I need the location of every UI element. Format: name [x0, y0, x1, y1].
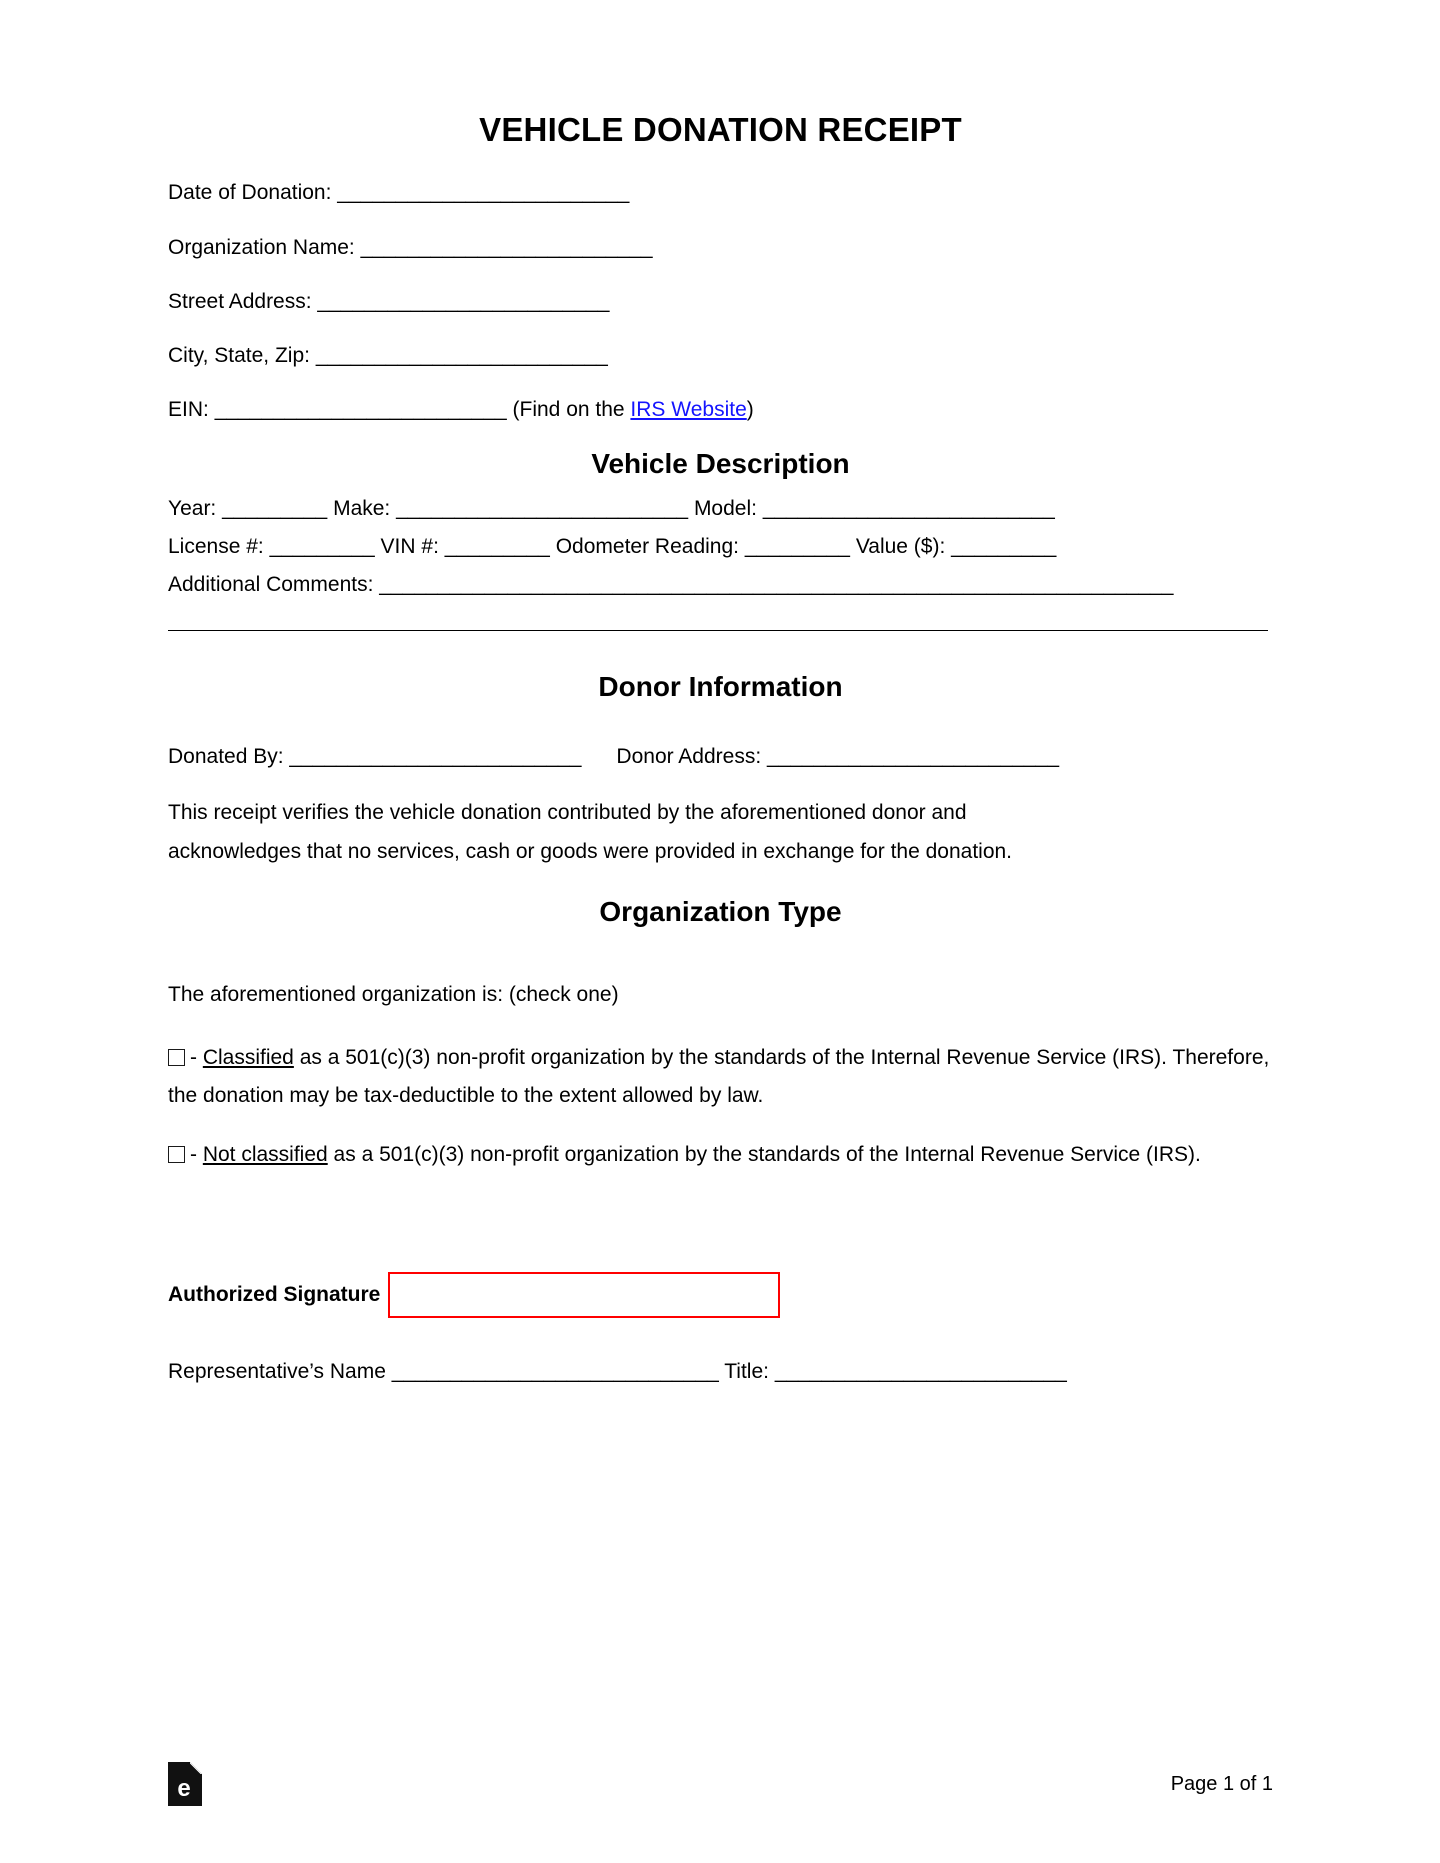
organization-name-input[interactable]: _________________________: [361, 236, 653, 259]
section-title-vehicle-description: Vehicle Description: [591, 447, 850, 479]
vehicle-line-year-make-model: Year: _________ Make: __________________…: [168, 496, 1273, 522]
section-title-donor-information: Donor Information: [598, 671, 843, 703]
document-content: VEHICLE DONATION RECEIPT Date of Donatio…: [168, 0, 1273, 1385]
date-of-donation-input[interactable]: _________________________: [337, 181, 629, 204]
classified-dash: -: [190, 1045, 203, 1069]
donor-line: Donated By: _________________________ Do…: [168, 744, 1273, 770]
donor-address-label: Donor Address:: [616, 744, 762, 768]
ein-input[interactable]: _________________________: [215, 398, 507, 421]
eforms-logo-icon[interactable]: e: [168, 1762, 202, 1806]
model-label: Model:: [693, 496, 757, 520]
document-page: VEHICLE DONATION RECEIPT Date of Donatio…: [0, 0, 1440, 1863]
page-footer: e Page 1 of 1: [168, 1762, 1273, 1806]
section-title-organization-type: Organization Type: [599, 895, 842, 927]
representative-name-label: Representative’s Name: [168, 1360, 386, 1384]
page-title: VEHICLE DONATION RECEIPT: [479, 111, 962, 148]
donated-by-label: Donated By:: [168, 744, 284, 768]
odometer-input[interactable]: _________: [745, 535, 850, 558]
checkbox-not-classified[interactable]: [168, 1146, 185, 1164]
field-date-of-donation: Date of Donation: ______________________…: [168, 180, 1273, 206]
organization-option-classified[interactable]: - Classified as a 501(c)(3) non-profit o…: [168, 1039, 1273, 1117]
odometer-label: Odometer Reading:: [555, 534, 739, 558]
not-classified-dash: -: [190, 1143, 203, 1167]
donation-statement-line-2: acknowledges that no services, cash or g…: [168, 839, 1013, 863]
authorized-signature-row: Authorized Signature: [168, 1271, 1273, 1319]
donation-statement-line-1: This receipt verifies the vehicle donati…: [168, 800, 967, 824]
additional-comments-row: Additional Comments: ___________________…: [168, 572, 1273, 598]
city-state-zip-label: City, State, Zip:: [168, 344, 310, 368]
ein-hint-prefix: (Find on the: [512, 398, 631, 422]
page-number: Page 1 of 1: [1170, 1772, 1273, 1795]
year-input[interactable]: _________: [222, 497, 327, 520]
not-classified-text: as a 501(c)(3) non-profit organization b…: [327, 1143, 1201, 1167]
license-input[interactable]: _________: [270, 535, 375, 558]
street-address-label: Street Address:: [168, 289, 312, 313]
not-classified-emphasis: Not classified: [202, 1143, 328, 1167]
value-label: Value ($):: [855, 534, 946, 558]
ein-label: EIN:: [168, 398, 209, 422]
irs-website-link[interactable]: IRS Website: [630, 398, 746, 421]
authorized-signature-label: Authorized Signature: [168, 1283, 381, 1307]
representative-name-input[interactable]: ____________________________: [392, 1360, 719, 1383]
make-label: Make:: [333, 496, 391, 520]
license-label: License #:: [168, 534, 264, 558]
authorized-signature-field[interactable]: [388, 1272, 781, 1319]
additional-comments-label: Additional Comments:: [168, 573, 374, 597]
vehicle-line-license-vin-odometer-value: License #: _________ VIN #: _________ Od…: [168, 534, 1273, 560]
make-input[interactable]: _________________________: [396, 497, 688, 520]
ein-hint-suffix: ): [746, 398, 754, 422]
date-of-donation-label: Date of Donation:: [168, 181, 332, 205]
organization-name-label: Organization Name:: [168, 235, 355, 259]
additional-comments-input[interactable]: ________________________________________…: [379, 573, 1173, 596]
field-city-state-zip: City, State, Zip: ______________________…: [168, 343, 1273, 369]
vin-label: VIN #:: [380, 534, 439, 558]
organization-type-instruction: The aforementioned organization is: (che…: [168, 982, 619, 1006]
street-address-input[interactable]: _________________________: [317, 290, 609, 313]
vin-input[interactable]: _________: [445, 535, 550, 558]
title-label: Title:: [724, 1360, 769, 1384]
donor-address-input[interactable]: _________________________: [767, 745, 1059, 768]
city-state-zip-input[interactable]: _________________________: [316, 344, 608, 367]
representative-row: Representative’s Name __________________…: [168, 1359, 1273, 1385]
checkbox-classified[interactable]: [168, 1048, 185, 1066]
classified-emphasis: Classified: [202, 1045, 294, 1069]
field-organization-name: Organization Name: _____________________…: [168, 235, 1273, 261]
year-label: Year:: [168, 496, 217, 520]
organization-option-not-classified[interactable]: - Not classified as a 501(c)(3) non-prof…: [168, 1136, 1273, 1175]
field-ein: EIN: _________________________ (Find on …: [168, 397, 1273, 423]
classified-text: as a 501(c)(3) non-profit organization b…: [168, 1045, 1270, 1108]
title-input[interactable]: _________________________: [775, 1360, 1067, 1383]
value-input[interactable]: _________: [951, 535, 1056, 558]
field-street-address: Street Address: ________________________…: [168, 289, 1273, 315]
svg-text:e: e: [177, 1775, 190, 1802]
model-input[interactable]: _________________________: [763, 497, 1055, 520]
donation-statement: This receipt verifies the vehicle donati…: [168, 794, 1273, 872]
donated-by-input[interactable]: _________________________: [289, 745, 581, 768]
